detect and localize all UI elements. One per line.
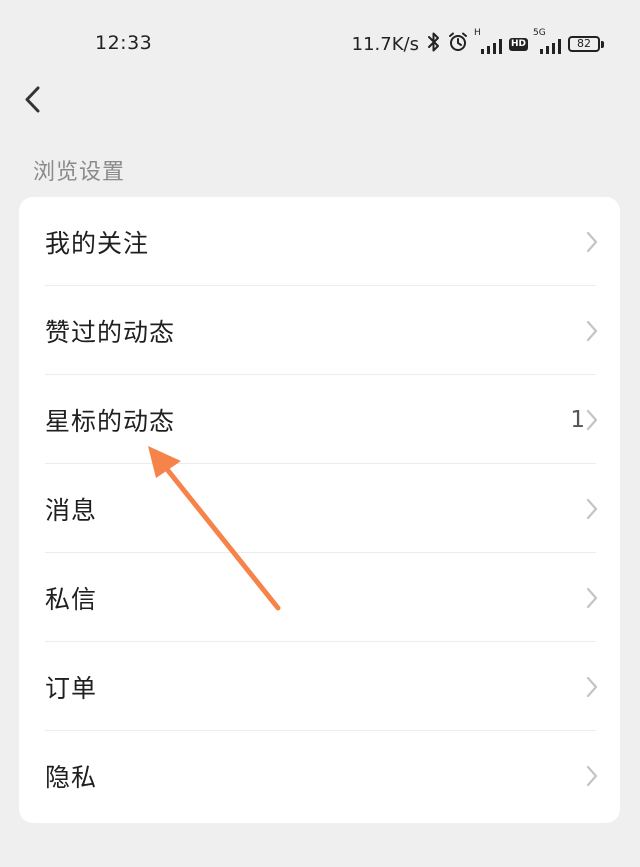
status-bar: 12:33 11.7K/s H HD 5G 82 — [0, 0, 640, 80]
status-time: 12:33 — [95, 32, 153, 54]
chevron-right-icon — [586, 498, 598, 519]
menu-item-count: 1 — [570, 406, 585, 433]
menu-item-label: 我的关注 — [45, 228, 150, 258]
menu-item-liked-posts[interactable]: 赞过的动态 — [19, 286, 620, 375]
chevron-right-icon — [586, 231, 598, 252]
menu-item-label: 赞过的动态 — [45, 317, 176, 347]
menu-item-label: 隐私 — [45, 762, 98, 792]
menu-item-direct-messages[interactable]: 私信 — [19, 553, 620, 642]
menu-item-following[interactable]: 我的关注 — [19, 197, 620, 286]
battery-level: 82 — [568, 36, 600, 52]
status-icons: 11.7K/s H HD 5G 82 — [351, 28, 604, 58]
menu-item-starred-posts[interactable]: 星标的动态 1 — [19, 375, 620, 464]
back-arrow-icon — [25, 86, 40, 113]
battery-icon: 82 — [568, 36, 604, 52]
menu-item-privacy[interactable]: 隐私 — [19, 731, 620, 820]
hd-badge: HD — [508, 37, 528, 51]
menu-item-label: 订单 — [45, 673, 98, 703]
menu-item-messages[interactable]: 消息 — [19, 464, 620, 553]
alarm-clock-icon — [447, 31, 469, 57]
menu-item-label: 星标的动态 — [45, 406, 176, 436]
signal2-label: 5G — [533, 28, 546, 38]
chevron-right-icon — [586, 676, 598, 697]
chevron-right-icon — [586, 587, 598, 608]
chevron-right-icon — [586, 320, 598, 341]
signal-strength-icon: H — [474, 28, 504, 56]
signal-5g-icon: 5G — [533, 28, 563, 56]
bluetooth-icon — [426, 31, 442, 57]
menu-item-orders[interactable]: 订单 — [19, 642, 620, 731]
back-button[interactable] — [16, 80, 56, 120]
section-title: 浏览设置 — [33, 160, 126, 185]
net-speed: 11.7K/s — [351, 33, 419, 55]
menu-item-label: 消息 — [45, 495, 98, 525]
chevron-right-icon — [586, 409, 598, 430]
settings-card: 我的关注 赞过的动态 星标的动态 1 消息 私信 订单 隐私 — [19, 197, 620, 823]
menu-item-label: 私信 — [45, 584, 98, 614]
chevron-right-icon — [586, 765, 598, 786]
signal1-label: H — [473, 28, 481, 38]
